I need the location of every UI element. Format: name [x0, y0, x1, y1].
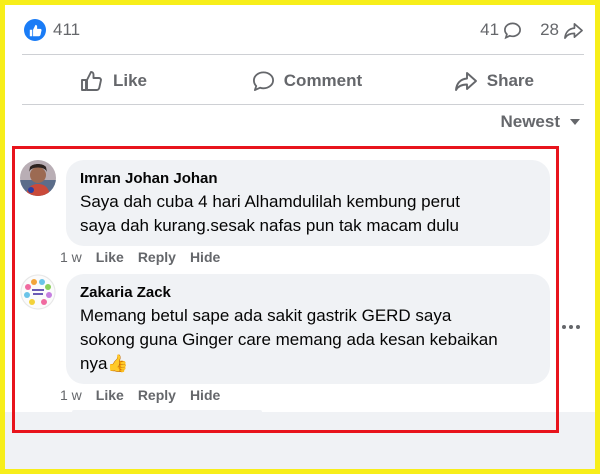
share-count-icon [564, 22, 583, 39]
comment-text: Memang betul sape ada sakit gastrik GERD… [80, 304, 536, 376]
comment-hide-link[interactable]: Hide [190, 387, 220, 403]
comment-count-value: 41 [480, 20, 500, 39]
comment-icon [252, 71, 274, 92]
avatar[interactable] [20, 274, 56, 310]
comment-like-link[interactable]: Like [96, 387, 124, 403]
comment-meta: 1 w Like Reply Hide [60, 249, 220, 265]
avatar[interactable] [20, 160, 56, 196]
comment-timestamp[interactable]: 1 w [60, 387, 82, 403]
comment-text: Saya dah cuba 4 hari Alhamdulilah kembun… [80, 190, 536, 238]
comment-meta: 1 w Like Reply Hide [60, 387, 220, 403]
comment-line-last: nya👍 [80, 352, 536, 376]
comment-line: saya dah kurang.sesak nafas pun tak maca… [80, 216, 459, 235]
thumbs-up-emoji: 👍 [107, 354, 129, 373]
comment-sort-dropdown[interactable]: Newest [500, 112, 580, 132]
comment-reply-link[interactable]: Reply [138, 249, 176, 265]
share-count-value: 28 [540, 20, 559, 39]
share-icon [454, 71, 477, 91]
like-count[interactable]: 411 [24, 19, 80, 41]
share-button[interactable]: Share [383, 71, 584, 92]
comment-reply-link[interactable]: Reply [138, 387, 176, 403]
like-button[interactable]: Like [22, 70, 231, 92]
page-background-band [0, 412, 600, 474]
comment-author[interactable]: Imran Johan Johan [80, 169, 536, 188]
comment-line: sokong guna Ginger care memang ada kesan… [80, 330, 498, 349]
reaction-stats-bar: 411 41 28 [24, 16, 584, 44]
share-button-label: Share [486, 71, 534, 90]
comment-line: Saya dah cuba 4 hari Alhamdulilah kembun… [80, 192, 460, 211]
share-count[interactable]: 28 [540, 20, 584, 40]
like-button-label: Like [113, 71, 148, 90]
comment-author[interactable]: Zakaria Zack [80, 283, 536, 302]
like-badge-icon [24, 19, 46, 41]
caret-down-icon [570, 119, 580, 125]
comment-bubble: Zakaria Zack Memang betul sape ada sakit… [66, 274, 550, 384]
comment-button-label: Comment [283, 71, 363, 90]
post-actions-bar: Like Comment Share [22, 58, 584, 104]
more-options-icon[interactable] [562, 322, 584, 332]
sort-label: Newest [500, 112, 560, 131]
comment-button[interactable]: Comment [231, 70, 382, 92]
next-comment-peek [72, 410, 262, 414]
divider-top [22, 54, 584, 55]
comment-line: Memang betul sape ada sakit gastrik GERD… [80, 306, 452, 325]
comment-count[interactable]: 41 [480, 20, 522, 40]
comment-count-icon [504, 22, 522, 39]
comment-bubble: Imran Johan Johan Saya dah cuba 4 hari A… [66, 160, 550, 246]
like-count-value: 411 [53, 20, 81, 39]
comment-like-link[interactable]: Like [96, 249, 124, 265]
thumbs-up-icon [81, 71, 102, 91]
comment-hide-link[interactable]: Hide [190, 249, 220, 265]
divider-bottom [22, 104, 584, 105]
comment-line: nya [80, 354, 108, 373]
comment-timestamp[interactable]: 1 w [60, 249, 82, 265]
